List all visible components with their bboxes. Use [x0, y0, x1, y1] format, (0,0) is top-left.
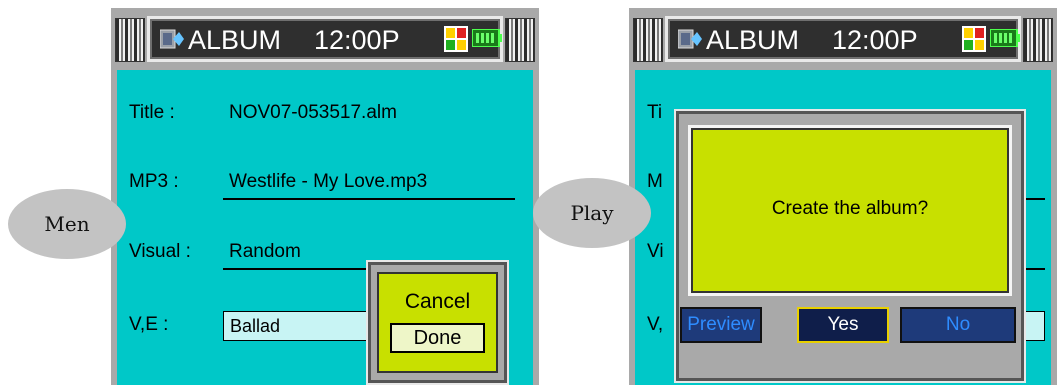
dialog-message: Create the album?: [771, 198, 929, 219]
grip-left-icon: [115, 18, 145, 62]
mp3-underline: [223, 198, 515, 200]
grip-right-icon: [505, 18, 535, 62]
cancel-menu-item[interactable]: Cancel: [379, 290, 496, 314]
app-title: ALBUM: [188, 25, 282, 55]
clock-time: 12:00P: [314, 25, 400, 55]
title-value: NOV07-053517.alm: [229, 102, 397, 123]
visual-label: Vi: [647, 241, 664, 262]
play-callout-bubble: Play: [533, 178, 651, 248]
title-label: Ti: [647, 102, 663, 123]
yes-button[interactable]: Yes: [797, 307, 889, 343]
status-bar: ALBUM 12:00P: [629, 8, 1057, 70]
confirm-dialog: Create the album? Preview Yes No: [674, 109, 1026, 383]
visual-underline: [223, 268, 373, 270]
album-icon: [160, 29, 184, 49]
clock-time: 12:00P: [832, 25, 918, 55]
menu-popup: Cancel Done: [366, 260, 509, 385]
battery-icon: [990, 29, 1020, 47]
battery-icon: [472, 29, 502, 47]
device-screen-right: ALBUM 12:00P Ti M Vi V, Create the album…: [629, 8, 1057, 385]
app-title: ALBUM: [706, 25, 800, 55]
preview-button[interactable]: Preview: [680, 307, 762, 343]
ve-label: V,E :: [129, 314, 169, 335]
title-label: Title :: [129, 102, 175, 123]
status-bar: ALBUM 12:00P: [111, 8, 539, 70]
title-box: ALBUM 12:00P: [147, 16, 503, 62]
dialog-panel: Create the album?: [688, 125, 1012, 296]
album-icon: [678, 29, 702, 49]
mp3-field[interactable]: Westlife - My Love.mp3: [229, 171, 427, 193]
album-form: Title : NOV07-053517.alm MP3 : Westlife …: [117, 70, 533, 385]
grip-right-icon: [1023, 18, 1053, 62]
mp3-label: MP3 :: [129, 171, 179, 192]
mp3-label: M: [647, 171, 663, 192]
title-box: ALBUM 12:00P: [665, 16, 1021, 62]
album-form: Ti M Vi V, Create the album? Preview Yes…: [635, 70, 1051, 385]
squares-icon: [444, 26, 468, 52]
grip-left-icon: [633, 18, 663, 62]
squares-icon: [962, 26, 986, 52]
ve-field[interactable]: Ballad: [223, 311, 383, 341]
visual-field[interactable]: Random: [229, 241, 301, 263]
no-button[interactable]: No: [900, 307, 1016, 343]
done-menu-item[interactable]: Done: [390, 323, 485, 353]
visual-label: Visual :: [129, 241, 191, 262]
menu-callout-bubble: Men: [8, 189, 126, 259]
menu-panel: Cancel Done: [377, 272, 498, 373]
ve-label: V,: [647, 314, 664, 335]
device-screen-left: ALBUM 12:00P Title : NOV07-053517.alm MP…: [111, 8, 539, 385]
